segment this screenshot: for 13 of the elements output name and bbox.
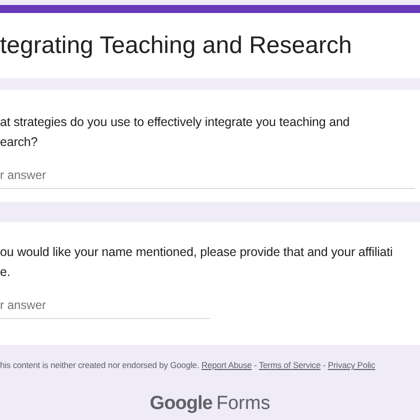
forms-wordmark: Forms	[216, 392, 270, 416]
google-logo: Google	[150, 392, 212, 416]
answer-field[interactable]: r answer	[0, 166, 415, 189]
footer-link[interactable]: Privacy Polic	[328, 360, 376, 370]
disclaimer-text: his content is neither created nor endorsed by Google.	[0, 360, 200, 370]
question-text: at strategies do you use to effectively integrate you teaching and earch?	[0, 114, 351, 151]
footer-link[interactable]: Report Abuse	[201, 360, 252, 370]
question-text: ou would like your name mentioned, please provide that and your affiliati e.	[0, 244, 394, 281]
form-title: tegrating Teaching and Research	[0, 34, 352, 58]
answer-field[interactable]: r answer	[0, 296, 210, 319]
separator: -	[322, 360, 327, 370]
footer-link[interactable]: Terms of Service	[258, 360, 321, 370]
separator: -	[253, 360, 258, 370]
